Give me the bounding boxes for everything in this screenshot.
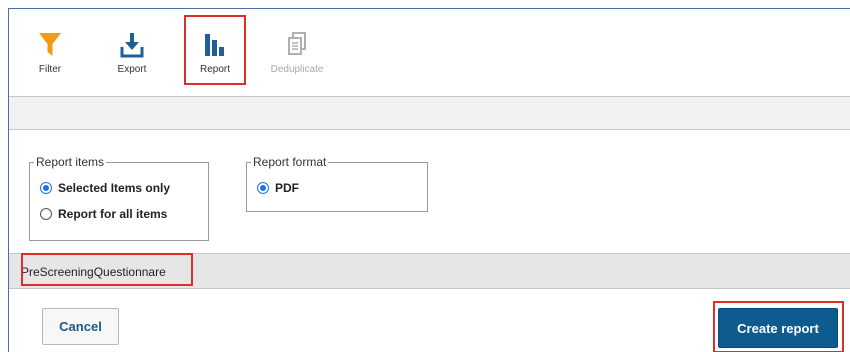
deduplicate-label: Deduplicate	[270, 64, 324, 75]
report-format-group: Report format PDF	[246, 155, 428, 212]
radio-button-checked[interactable]	[40, 182, 52, 194]
radio-label: Selected Items only	[58, 181, 171, 195]
radio-button-checked[interactable]	[257, 182, 269, 194]
radio-report-all-items[interactable]: Report for all items	[40, 207, 167, 221]
filter-label: Filter	[38, 64, 62, 75]
radio-button-unchecked[interactable]	[40, 208, 52, 220]
create-report-button[interactable]: Create report	[718, 308, 838, 348]
radio-label: Report for all items	[58, 207, 168, 221]
export-label: Export	[117, 64, 147, 75]
toolbar: Filter Export Report Deduplicate	[9, 9, 850, 97]
filter-icon	[36, 31, 64, 59]
radio-label: PDF	[275, 181, 299, 195]
deduplicate-icon	[283, 31, 311, 59]
deduplicate-button[interactable]: Deduplicate	[262, 9, 332, 97]
report-highlight-box	[184, 15, 246, 85]
export-button[interactable]: Export	[105, 9, 159, 97]
radio-selected-items-only[interactable]: Selected Items only	[40, 181, 170, 195]
toolbar-separator-band	[9, 97, 850, 130]
report-items-group: Report items Selected Items only Report …	[29, 155, 209, 241]
export-icon	[118, 31, 146, 59]
radio-pdf[interactable]: PDF	[257, 181, 299, 195]
report-dialog: Filter Export Report Deduplicate Report …	[8, 8, 850, 352]
tab-highlight-box	[21, 253, 193, 286]
filter-button[interactable]: Filter	[25, 9, 75, 97]
cancel-button[interactable]: Cancel	[42, 308, 119, 345]
report-items-legend: Report items	[34, 155, 107, 169]
report-format-legend: Report format	[251, 155, 329, 169]
